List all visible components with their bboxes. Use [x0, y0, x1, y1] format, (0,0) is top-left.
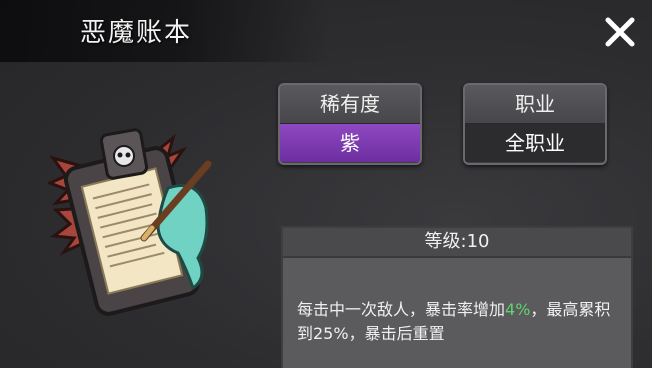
item-detail-panel: 恶魔账本 稀有度 紫 职业 全职业 等级:10 每击中一次敌人，暴击率增加4%，… [0, 0, 652, 368]
demon-ledger-item-icon [46, 128, 218, 318]
level-label: 等级:10 [283, 228, 631, 258]
rarity-value: 紫 [280, 124, 420, 162]
rarity-label: 稀有度 [280, 85, 420, 124]
job-box: 职业 全职业 [463, 83, 607, 165]
item-title: 恶魔账本 [80, 18, 193, 48]
description-part1: 每击中一次敌人，暴击率增加 [297, 300, 506, 319]
close-icon[interactable] [600, 12, 640, 52]
description-text: 每击中一次敌人，暴击率增加4%，最高累积到25%，暴击后重置 [297, 298, 622, 346]
rarity-box: 稀有度 紫 [278, 83, 422, 165]
job-value: 全职业 [465, 124, 605, 162]
description-panel: 等级:10 每击中一次敌人，暴击率增加4%，最高累积到25%，暴击后重置 [281, 226, 633, 368]
job-label: 职业 [465, 85, 605, 124]
description-highlight: 4% [505, 300, 531, 319]
